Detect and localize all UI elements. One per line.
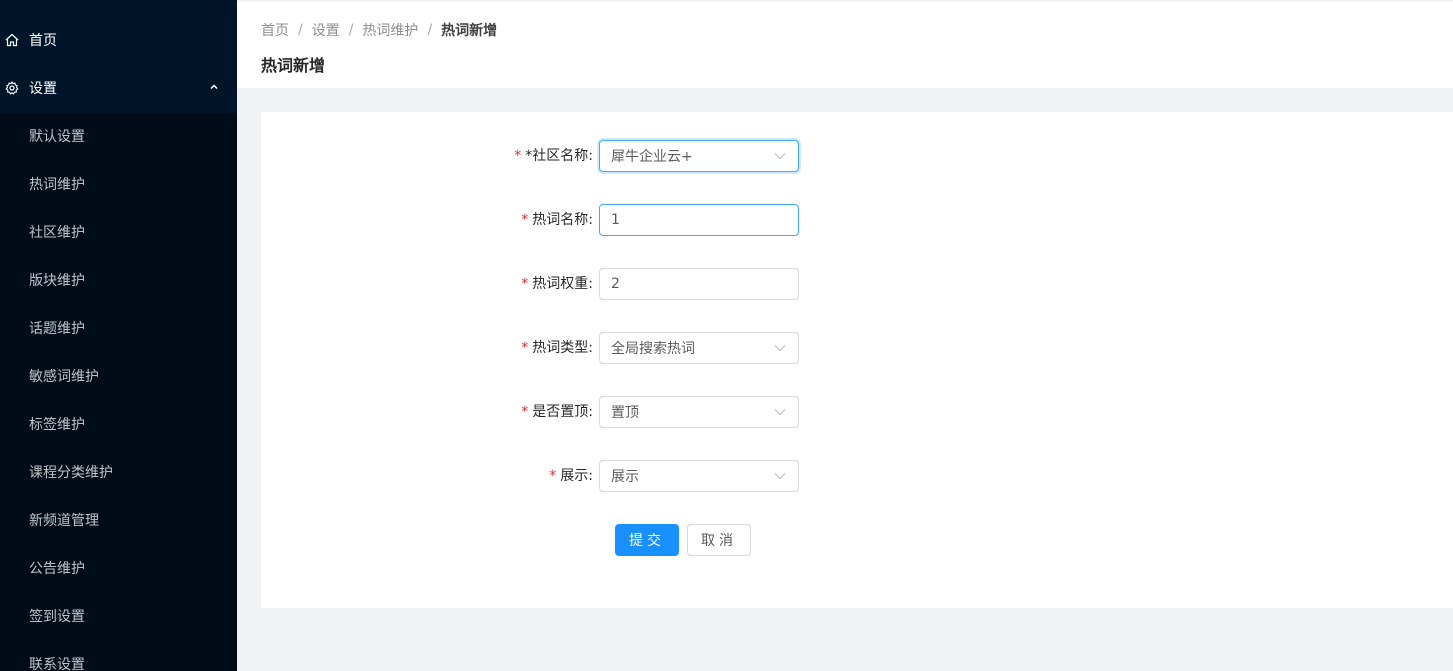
sidebar-sub-item[interactable]: 敏感词维护 [29,366,99,388]
display-select-value: 展示 [611,469,639,485]
community-select[interactable]: 犀牛企业云+ [599,140,799,172]
home-icon [5,33,19,47]
is-top-select-value: 置顶 [611,405,639,421]
submit-button[interactable]: 提交 [615,524,679,556]
form-row-hotword-weight: * 热词权重: [261,268,1453,300]
form-row-community: * *社区名称: 犀牛企业云+ [261,140,1453,172]
display-select[interactable]: 展示 [599,460,799,492]
chevron-down-icon [774,409,786,416]
form-row-hotword-name: * 热词名称: [261,204,1453,236]
hotword-type-label: * 热词类型: [521,340,593,356]
hotword-weight-label: * 热词权重: [521,276,593,292]
sidebar-sub-item[interactable]: 联系设置 [29,654,85,671]
sidebar-sub-item[interactable]: 版块维护 [29,270,85,292]
sidebar-sub-item[interactable]: 话题维护 [29,318,85,340]
community-select-value: 犀牛企业云+ [611,149,693,165]
page-title: 热词新增 [261,56,326,75]
required-mark: * [521,276,529,292]
sidebar-item-label: 设置 [29,81,57,97]
gear-icon [5,81,19,95]
breadcrumb-item-settings[interactable]: 设置 [312,20,340,40]
breadcrumb-item-current: 热词新增 [441,23,498,39]
required-mark: * [521,340,529,356]
breadcrumb: 首页 / 设置 / 热词维护 / 热词新增 [261,19,497,41]
cancel-button[interactable]: 取消 [687,524,751,556]
hotword-weight-input[interactable] [599,268,799,300]
sidebar-sub-item[interactable]: 公告维护 [29,558,85,580]
hotword-name-label: * 热词名称: [521,212,593,228]
form-row-hotword-type: * 热词类型: 全局搜索热词 [261,332,1453,364]
sidebar-sub-item[interactable]: 社区维护 [29,222,85,244]
breadcrumb-item-home[interactable]: 首页 [261,20,289,40]
sidebar-sub-item[interactable]: 默认设置 [29,126,85,148]
breadcrumb-separator: / [298,22,303,38]
form-card: **社区名称: 犀牛企业云+ *热词名称: *热词权重: *热词类型: 全局搜索… [261,112,1453,608]
hotword-name-field[interactable] [611,212,787,228]
submenu: 默认设置 热词维护 社区维护 版块维护 话题维护 敏感词维护 标签维护 课程分类… [0,113,237,671]
sidebar-sub-item[interactable]: 签到设置 [29,606,85,628]
is-top-label: * 是否置顶: [521,404,593,420]
hotword-type-select-value: 全局搜索热词 [611,341,695,357]
is-top-select[interactable]: 置顶 [599,396,799,428]
chevron-down-icon [774,345,786,352]
required-mark: * [549,468,557,484]
sidebar-sub-item[interactable]: 新频道管理 [29,510,99,532]
form-row-is-top: * 是否置顶: 置顶 [261,396,1453,428]
sidebar-item-home[interactable]: 首页 [0,20,237,60]
sidebar-sub-item[interactable]: 标签维护 [29,414,85,436]
chevron-up-icon [210,84,218,90]
community-label: * *社区名称: [514,148,593,164]
sidebar-item-settings[interactable]: 设置 [0,68,237,108]
breadcrumb-separator: / [348,22,354,38]
sidebar-sub-item[interactable]: 热词维护 [29,174,85,196]
chevron-down-icon [774,153,786,160]
page-header: 首页 / 设置 / 热词维护 / 热词新增 热词新增 [237,0,1453,88]
required-mark: * [521,212,529,228]
sidebar: 首页 设置 默认设置 热词维护 社区维护 版块维护 话题维护 敏感词维护 标签维… [0,0,237,671]
form-row-display: * 展示: 展示 [261,460,1453,492]
sidebar-item-label: 首页 [29,33,57,49]
chevron-down-icon [774,473,786,480]
hotword-name-input[interactable] [599,204,799,236]
required-mark: * [514,148,522,164]
breadcrumb-separator: / [427,22,433,38]
required-mark: * [521,404,529,420]
sidebar-sub-item[interactable]: 课程分类维护 [29,462,113,484]
hotword-weight-field[interactable] [611,276,787,292]
hotword-type-select[interactable]: 全局搜索热词 [599,332,799,364]
breadcrumb-item-hotword[interactable]: 热词维护 [362,20,418,40]
display-label: * 展示: [549,468,593,484]
